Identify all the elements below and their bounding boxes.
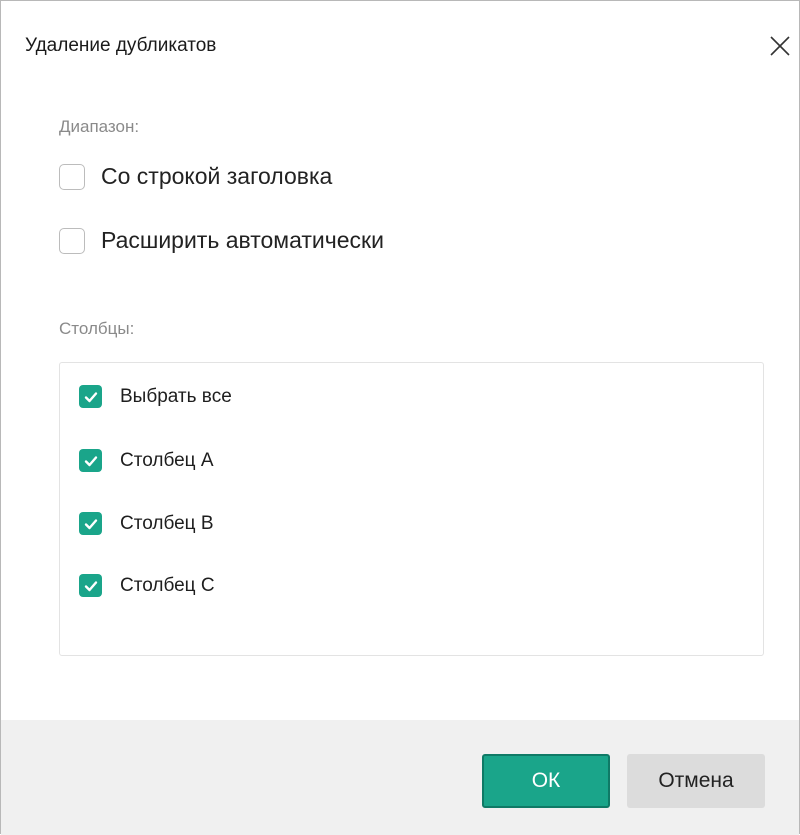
columns-section-label: Столбцы: (59, 319, 135, 338)
column-item-select-all[interactable]: Выбрать все (79, 385, 232, 408)
checkmark-icon (84, 455, 97, 466)
checkbox-column-c[interactable] (79, 574, 102, 597)
column-item-label: Выбрать все (120, 385, 232, 407)
checkbox-select-all[interactable] (79, 385, 102, 408)
column-item-a[interactable]: Столбец А (79, 449, 214, 472)
close-button[interactable] (765, 31, 795, 61)
ok-button[interactable]: ОК (482, 754, 610, 808)
column-item-c[interactable]: Столбец С (79, 574, 215, 597)
dialog-title: Удаление дубликатов (25, 35, 217, 56)
option-label: Расширить автоматически (101, 227, 384, 253)
column-item-b[interactable]: Столбец В (79, 512, 214, 535)
checkbox-expand-automatically[interactable] (59, 227, 85, 254)
checkmark-icon (84, 518, 97, 529)
option-label: Со строкой заголовка (101, 163, 333, 189)
column-item-label: Столбец В (120, 512, 214, 534)
dialog-footer: ОК Отмена (1, 720, 799, 835)
cancel-button[interactable]: Отмена (627, 754, 765, 808)
columns-list: Выбрать все Столбец А Столбец В Столбец … (59, 362, 764, 656)
checkbox-column-b[interactable] (79, 512, 102, 535)
remove-duplicates-dialog: Удаление дубликатов Диапазон: Со строкой… (0, 0, 800, 835)
checkmark-icon (84, 580, 97, 591)
option-with-header-row[interactable]: Со строкой заголовка (59, 163, 332, 190)
dialog-titlebar: Удаление дубликатов (1, 1, 799, 87)
checkbox-column-a[interactable] (79, 449, 102, 472)
close-icon (770, 36, 790, 56)
range-section-label: Диапазон: (59, 117, 140, 136)
checkmark-icon (84, 391, 97, 402)
checkbox-with-header-row[interactable] (59, 163, 85, 190)
option-expand-automatically[interactable]: Расширить автоматически (59, 227, 384, 254)
column-item-label: Столбец С (120, 574, 215, 596)
column-item-label: Столбец А (120, 449, 214, 471)
